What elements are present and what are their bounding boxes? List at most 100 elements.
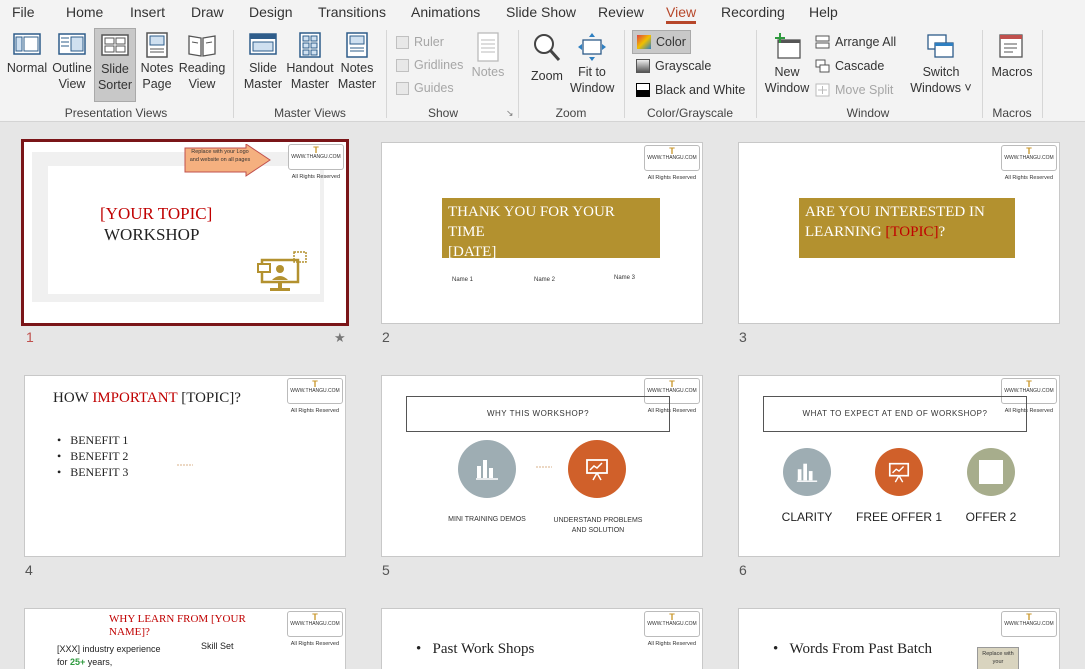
interest-banner: ARE YOU INTERESTED IN LEARNING [TOPIC]? xyxy=(799,198,1015,258)
slide-master-label-1: Slide xyxy=(249,61,277,75)
benefit-1: BENEFIT 1 xyxy=(70,433,129,447)
chart-icon xyxy=(796,463,818,482)
black-and-white-button[interactable]: Black and White xyxy=(636,80,745,100)
slide-number-1: 1 xyxy=(26,329,34,345)
move-split-button[interactable]: Move Split xyxy=(815,80,893,100)
slide-sorter-button[interactable]: Slide Sorter xyxy=(94,28,136,102)
notes-page-button[interactable]: Notes Page xyxy=(138,32,176,92)
outline-view-button[interactable]: Outline View xyxy=(51,32,93,92)
reading-view-button[interactable]: Reading View xyxy=(178,32,226,92)
color-grayscale-group-label: Color/Grayscale xyxy=(646,106,734,120)
notes-master-icon xyxy=(346,32,368,58)
words-from-past-text: Words From Past Batch xyxy=(789,641,933,657)
slide-thumbnail-3[interactable]: T WWW.THANGU.COM All Rights Reserved ARE … xyxy=(738,142,1060,324)
slide-thumbnail-7[interactable]: T WWW.THANGU.COM All Rights Reserved WHY … xyxy=(24,608,346,669)
slide-thumbnail-5[interactable]: T WWW.THANGU.COM All Rights Reserved WHY … xyxy=(381,375,703,557)
menu-file[interactable]: File xyxy=(12,0,35,24)
offer-1-label: FREE OFFER 1 xyxy=(855,510,942,524)
years-text: years, xyxy=(85,657,113,667)
rights-text: All Rights Reserved xyxy=(647,175,696,181)
magnifier-icon xyxy=(534,34,561,62)
why-learn-line-2: NAME]? xyxy=(109,626,150,638)
why-learn-title: WHY LEARN FROM [YOUR NAME]? xyxy=(109,613,246,639)
fit-to-window-button[interactable]: Fit to Window xyxy=(570,32,614,96)
ruler-checkbox[interactable]: Ruler xyxy=(396,32,444,52)
switch-windows-button[interactable]: Switch Windows ˅ xyxy=(906,32,976,96)
slide-topic: [YOUR TOPIC] xyxy=(100,204,213,223)
zoom-button[interactable]: Zoom xyxy=(526,32,568,84)
past-workshops-bullet: • Past Work Shops xyxy=(416,641,535,657)
why-workshop-title: WHY THIS WORKSHOP? xyxy=(406,396,670,432)
menu-design[interactable]: Design xyxy=(249,0,293,24)
notes-master-button[interactable]: Notes Master xyxy=(336,32,378,92)
menu-home[interactable]: Home xyxy=(66,0,103,24)
gridlines-checkbox[interactable]: Gridlines xyxy=(396,55,463,75)
cascade-button[interactable]: Cascade xyxy=(815,56,884,76)
logo-site: WWW.THANGU.COM xyxy=(647,388,697,394)
macros-button[interactable]: Macros xyxy=(988,32,1036,80)
handout-master-button[interactable]: Handout Master xyxy=(285,32,335,92)
notes-master-label-1: Notes xyxy=(340,61,374,75)
logo-site: WWW.THANGU.COM xyxy=(290,388,340,394)
arrange-all-button[interactable]: Arrange All xyxy=(815,32,896,52)
slide-thumbnail-2[interactable]: T WWW.THANGU.COM All Rights Reserved THAN… xyxy=(381,142,703,324)
rights-text: All Rights Reserved xyxy=(290,408,339,414)
normal-view-button[interactable]: Normal xyxy=(5,32,49,76)
experience-line-1: [XXX] industry experience xyxy=(57,644,161,654)
topic-text: [TOPIC]? xyxy=(181,390,241,406)
separator xyxy=(233,30,234,118)
skill-set-label: Skill Set xyxy=(201,641,234,651)
menu-recording[interactable]: Recording xyxy=(721,0,785,24)
macros-label: Macros xyxy=(991,65,1033,79)
logo-mark: T xyxy=(1026,146,1032,156)
menu-transitions[interactable]: Transitions xyxy=(318,0,386,24)
logo-callout-box: Replace with your xyxy=(977,647,1019,669)
slide-master-button[interactable]: Slide Master xyxy=(242,32,284,92)
slide-thumbnail-8[interactable]: T WWW.THANGU.COM All Rights Reserved • Pa… xyxy=(381,608,703,669)
company-logo: T WWW.THANGU.COM xyxy=(288,144,344,170)
new-window-label-2: Window xyxy=(764,81,810,95)
menu-view[interactable]: View xyxy=(666,0,697,24)
dialog-launcher-icon[interactable]: ↘ xyxy=(506,108,514,119)
slide-thumbnail-9[interactable]: T WWW.THANGU.COM • Words From Past Batch … xyxy=(738,608,1060,669)
macros-icon xyxy=(999,34,1023,58)
rights-text: All Rights Reserved xyxy=(1004,175,1053,181)
logo-mark: T xyxy=(1026,379,1032,389)
menu-slide-show[interactable]: Slide Show xyxy=(506,0,576,24)
slide-thumbnail-6[interactable]: T WWW.THANGU.COM All Rights Reserved WHAT… xyxy=(738,375,1060,557)
fit-to-window-label-1: Fit to xyxy=(578,65,606,79)
chart-icon xyxy=(476,460,498,480)
color-button[interactable]: Color xyxy=(632,30,691,54)
new-window-button[interactable]: New Window xyxy=(762,32,812,96)
slide-sorter-label-2: Sorter xyxy=(97,78,133,92)
notes-button[interactable]: Notes xyxy=(470,32,506,80)
question-mark: ? xyxy=(938,224,946,240)
menu-help[interactable]: Help xyxy=(809,0,838,24)
notes-page-label-1: Notes xyxy=(140,61,174,75)
menu-insert[interactable]: Insert xyxy=(130,0,165,24)
understand-line-1: UNDERSTAND PROBLEMS xyxy=(553,517,643,524)
menu-draw[interactable]: Draw xyxy=(191,0,224,24)
outline-view-label-2: View xyxy=(58,77,86,91)
new-window-icon xyxy=(775,33,801,59)
menu-animations[interactable]: Animations xyxy=(411,0,480,24)
guides-checkbox[interactable]: Guides xyxy=(396,78,454,98)
reading-view-icon xyxy=(188,35,216,57)
notes-page-icon xyxy=(146,32,168,58)
interest-line-1: ARE YOU INTERESTED IN xyxy=(805,204,985,220)
separator xyxy=(624,30,625,118)
important-text: IMPORTANT xyxy=(92,390,182,406)
logo-mark: T xyxy=(669,612,675,622)
benefit-2: BENEFIT 2 xyxy=(70,449,129,463)
clarity-label: CLARITY xyxy=(781,510,833,524)
fit-to-window-label-2: Window xyxy=(570,81,615,95)
animation-star-icon[interactable]: ★ xyxy=(334,330,346,346)
color-label: Color xyxy=(656,35,686,49)
window-group-label: Window xyxy=(846,106,890,120)
slide-thumbnail-4[interactable]: T WWW.THANGU.COM All Rights Reserved HOW … xyxy=(24,375,346,557)
grayscale-button[interactable]: Grayscale xyxy=(636,56,711,76)
menu-review[interactable]: Review xyxy=(598,0,644,24)
checkbox-icon xyxy=(396,35,409,49)
slide-thumbnail-1[interactable]: Replace with your Logo and website on al… xyxy=(21,139,349,326)
benefit-list: • BENEFIT 1 • BENEFIT 2 • BENEFIT 3 xyxy=(57,432,128,480)
